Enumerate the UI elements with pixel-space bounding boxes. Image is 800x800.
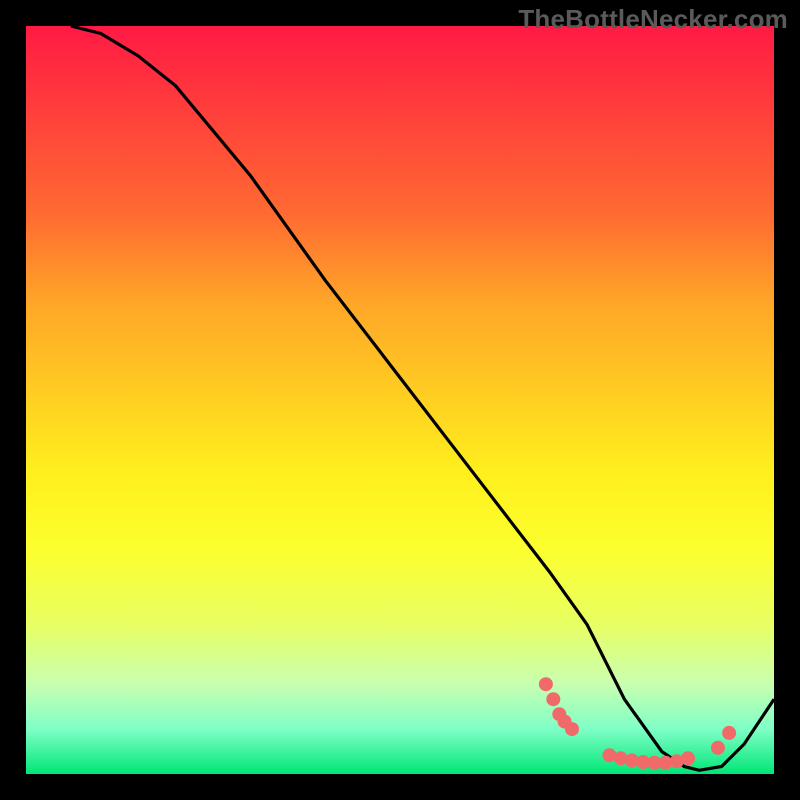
watermark-text: TheBottleNecker.com	[518, 4, 788, 35]
chart-frame: TheBottleNecker.com	[0, 0, 800, 800]
plot-area	[26, 26, 774, 774]
